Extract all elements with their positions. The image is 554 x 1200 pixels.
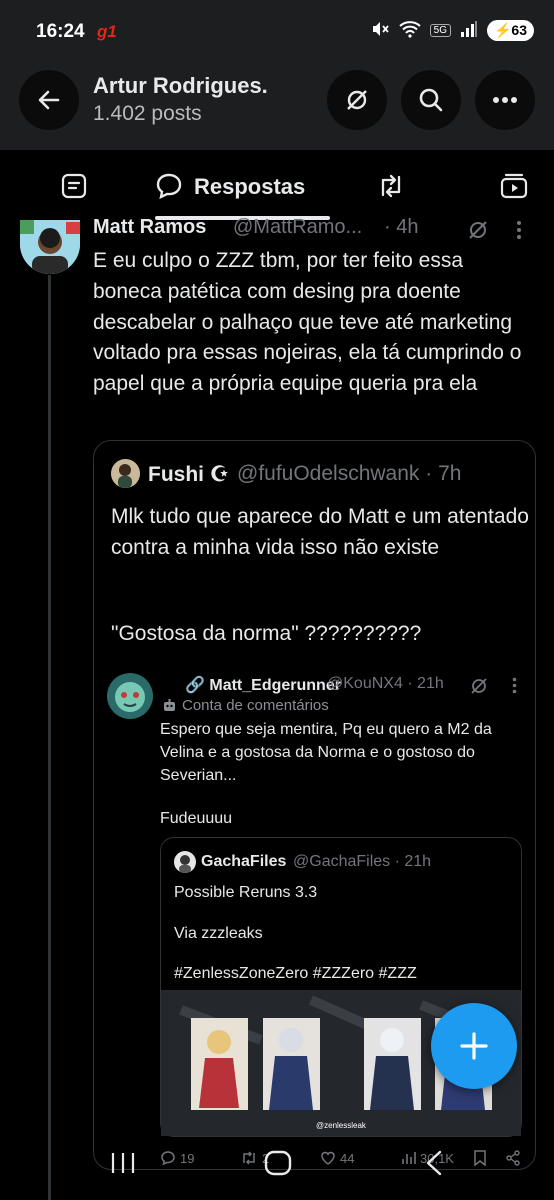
nested-quote-author-name: 🔗 Matt_Edgerunner — [185, 677, 341, 694]
avatar[interactable] — [20, 220, 80, 274]
reply-bubble-icon — [156, 173, 182, 200]
post-more-icon[interactable] — [516, 220, 522, 245]
inner-quote-author-name: GachaFiles — [201, 853, 287, 870]
signal-icon — [460, 21, 478, 40]
tab-media[interactable] — [500, 172, 528, 205]
character-card-3 — [364, 1018, 421, 1110]
post-time: · 4h — [384, 216, 419, 238]
grok-icon — [347, 90, 367, 110]
search-button[interactable] — [401, 70, 461, 130]
more-dots-icon — [493, 97, 517, 103]
post-author-name[interactable]: Matt Ramos — [93, 216, 206, 239]
nested-quote-avatar — [107, 673, 153, 719]
recents-icon — [111, 1153, 135, 1173]
grok-button[interactable] — [327, 70, 387, 130]
nested-quote-text: Espero que seja mentira, Pq eu quero a M… — [160, 721, 492, 784]
quote-text: Mlk tudo que aparece do Matt e um atenta… — [111, 505, 529, 559]
media-credit: @zenlessleak — [316, 1121, 366, 1130]
network-type: 5G — [429, 24, 451, 37]
battery-indicator: ⚡63 — [486, 20, 534, 41]
quote-author-name: Fushi ☪ — [148, 463, 229, 486]
quote-text-2: "Gostosa da norma" ?????????? — [111, 622, 422, 645]
mute-icon — [370, 19, 390, 42]
search-icon — [419, 88, 443, 112]
inner-quote-line-2: Via zzzleaks — [174, 925, 263, 942]
nested-quote-text-2: Fudeuuuu — [160, 810, 233, 827]
thread-line — [48, 275, 51, 1200]
profile-tabs: Respostas — [0, 150, 554, 222]
system-back-button[interactable] — [424, 1150, 444, 1181]
status-icons: 5G ⚡63 — [370, 19, 534, 42]
character-card-1 — [191, 1018, 248, 1110]
character-card-2 — [263, 1018, 320, 1110]
inner-quote-line-1: Possible Reruns 3.3 — [174, 884, 318, 901]
repost-icon — [381, 174, 401, 198]
system-nav-bar — [0, 1140, 554, 1200]
post-author-handle[interactable]: @MattRamo... — [233, 216, 362, 239]
recents-button[interactable] — [110, 1152, 136, 1179]
plus-icon — [460, 1032, 488, 1060]
tab-replies[interactable] — [155, 172, 183, 205]
nested-more-icon[interactable] — [512, 677, 517, 699]
media-icon — [500, 173, 528, 199]
tab-posts[interactable] — [60, 172, 88, 205]
tab-replies-label[interactable]: Respostas — [194, 174, 305, 200]
profile-post-count: 1.402 posts — [93, 102, 202, 125]
compose-button[interactable] — [431, 1003, 517, 1089]
nested-quote-author-handle: @KouNX4 · 21h — [327, 675, 444, 692]
home-icon — [264, 1150, 292, 1176]
posts-icon — [61, 173, 87, 199]
inner-quote-author-handle: @GachaFiles · 21h — [293, 853, 432, 870]
inner-quote-avatar — [174, 851, 196, 873]
nested-grok-icon[interactable] — [469, 676, 489, 701]
inner-quote-hashtags[interactable]: #ZenlessZoneZero #ZZZero #ZZZ — [174, 965, 417, 983]
automated-account-icon — [162, 698, 177, 718]
wifi-icon — [398, 20, 421, 41]
quote-avatar — [111, 459, 140, 488]
arrow-left-icon — [38, 90, 60, 110]
quote-author-handle: @fufuOdelschwank · 7h — [237, 462, 462, 485]
tab-reposts[interactable] — [376, 172, 406, 205]
more-button[interactable] — [475, 70, 535, 130]
back-button[interactable] — [19, 70, 79, 130]
status-time: 16:24 — [36, 21, 85, 42]
post-text: E eu culpo o ZZZ tbm, por ter feito essa… — [93, 249, 522, 396]
chevron-left-icon — [426, 1150, 442, 1176]
grok-icon[interactable] — [466, 218, 490, 247]
g1-notification-icon: g1 — [97, 22, 117, 41]
profile-name: Artur Rodrigues. — [93, 73, 268, 98]
nested-quote-account-label: Conta de comentários — [182, 697, 329, 714]
home-button[interactable] — [264, 1150, 292, 1181]
